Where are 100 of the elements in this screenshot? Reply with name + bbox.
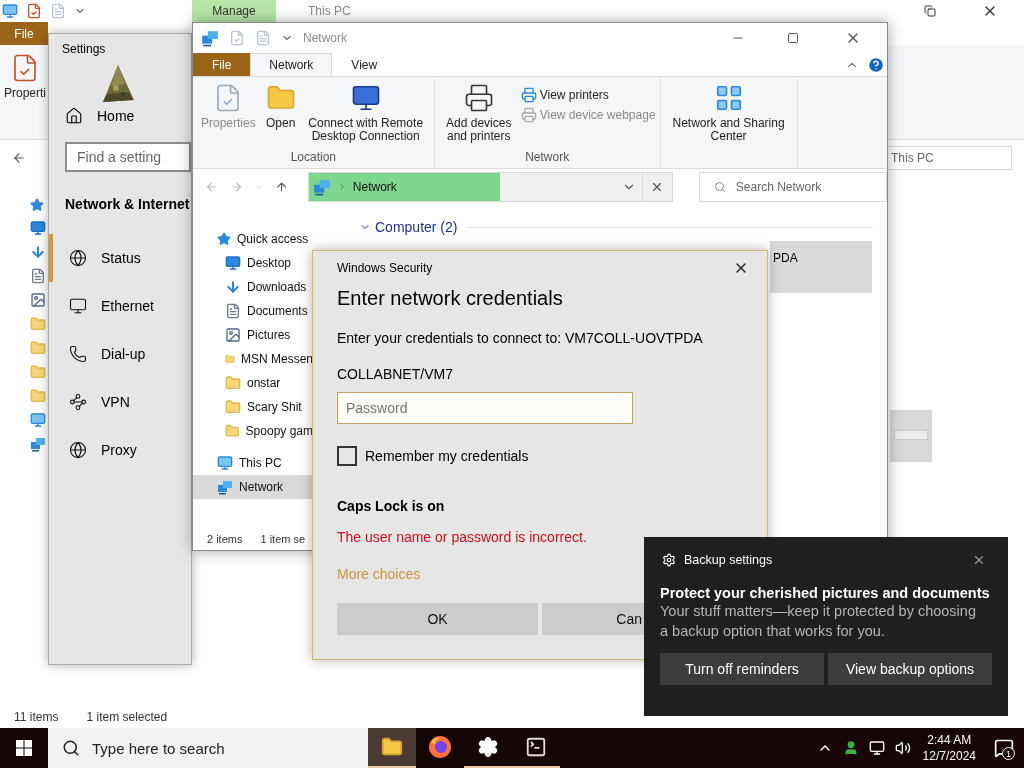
toast-app-name: Backup settings — [684, 553, 773, 567]
download-icon — [30, 244, 46, 260]
user-name: COLLABNET/VM7 — [337, 366, 454, 382]
clock[interactable]: 2:44 AM 12/7/2024 — [914, 732, 984, 764]
nav-item[interactable]: Desktop — [193, 251, 313, 275]
ribbon-tab[interactable]: Network — [250, 53, 333, 76]
settings-nav-item[interactable]: Ethernet — [49, 282, 191, 330]
nav-item[interactable]: Scary Shit — [193, 395, 313, 419]
home-icon — [65, 107, 83, 125]
phone-icon — [69, 345, 87, 363]
item-count: 11 items — [14, 710, 59, 724]
folder-icon — [381, 736, 403, 758]
folder-icon — [30, 340, 46, 356]
ok-button[interactable]: OK — [337, 603, 538, 635]
search-icon — [62, 739, 80, 757]
star-icon — [217, 232, 231, 246]
star-icon — [30, 198, 44, 212]
toast-button[interactable]: Turn off reminders — [660, 653, 824, 685]
item-count: 2 items — [207, 533, 243, 545]
window-title: Network — [303, 31, 347, 45]
settings-nav-item[interactable]: Proxy — [49, 426, 191, 474]
remember-checkbox[interactable] — [337, 446, 357, 466]
nav-item[interactable]: onstar — [193, 371, 313, 395]
group-header[interactable]: Computer (2) — [359, 219, 458, 235]
folder-icon — [30, 388, 46, 404]
message-icon — [994, 738, 1014, 758]
caps-lock-warning: Caps Lock is on — [337, 498, 446, 514]
network-status-icon[interactable] — [868, 740, 885, 756]
printer-icon — [520, 107, 537, 123]
toast-button[interactable]: View backup options — [828, 653, 992, 685]
search-field[interactable]: Find a setting — [65, 142, 191, 172]
globe-icon — [69, 441, 87, 459]
window-title: This PC — [308, 4, 351, 18]
cancel-button[interactable]: Can — [542, 603, 644, 635]
notification-button[interactable]: 1 — [984, 728, 1024, 768]
ribbon-button[interactable]: Network and Sharing Center — [664, 83, 793, 143]
printer-icon — [520, 87, 537, 103]
taskbar-search-field[interactable]: Type here to search — [48, 728, 368, 768]
folder-icon — [30, 364, 46, 380]
ribbon-button[interactable]: Properti — [0, 53, 51, 139]
download-icon — [225, 279, 241, 295]
folder-icon — [225, 375, 241, 391]
group-label: Location — [290, 150, 337, 164]
close-icon[interactable] — [972, 553, 986, 567]
network-icon — [217, 479, 233, 495]
password-field[interactable]: Password — [337, 392, 633, 424]
volume-icon[interactable] — [894, 740, 911, 756]
monitor-icon — [217, 455, 233, 471]
desktop-icon — [30, 220, 46, 236]
nav-item[interactable]: MSN Messen — [193, 347, 313, 371]
error-message: The user name or password is incorrect. — [337, 529, 588, 545]
help-icon[interactable] — [867, 55, 885, 74]
nav-item[interactable]: Documents — [193, 299, 313, 323]
file-tab[interactable]: File — [0, 22, 48, 45]
firefox-icon — [428, 735, 452, 759]
image-icon — [30, 292, 46, 308]
search-icon — [713, 181, 726, 193]
maximize-icon[interactable] — [787, 32, 799, 44]
windows-logo-icon — [16, 740, 32, 756]
network-icon — [30, 436, 46, 452]
settings-nav-item[interactable]: VPN — [49, 378, 191, 426]
nav-item[interactable]: Quick access — [193, 227, 313, 251]
globe-icon — [69, 249, 87, 267]
nav-item[interactable]: Spoopy gam — [193, 419, 313, 443]
dialog-title: Enter network credentials — [337, 287, 564, 310]
restore-icon[interactable] — [924, 5, 936, 17]
ribbon-button[interactable]: Connect with Remote Desktop Connection — [301, 83, 430, 143]
nav-item[interactable]: Downloads — [193, 275, 313, 299]
computer-tile[interactable]: PDA — [770, 241, 872, 293]
home-link[interactable]: Home — [97, 108, 135, 124]
context-tab[interactable]: Manage — [192, 0, 276, 22]
folder-icon — [225, 399, 241, 415]
nav-item[interactable]: Network — [193, 475, 313, 499]
document-icon — [225, 303, 241, 319]
item-tile[interactable] — [890, 410, 932, 462]
settings-nav-item[interactable]: Dial-up — [49, 330, 191, 378]
taskbar-app[interactable] — [368, 728, 416, 768]
checkbox-label[interactable]: Remember my credentials — [365, 448, 529, 464]
terminal-icon — [525, 736, 547, 758]
back-icon[interactable] — [12, 151, 26, 165]
nav-item[interactable]: Pictures — [193, 323, 313, 347]
ribbon-button[interactable]: Add devices and printers — [438, 83, 519, 143]
ribbon-tab[interactable]: View — [332, 53, 397, 76]
ribbon-link[interactable]: View printers — [520, 87, 656, 103]
ribbon-tab[interactable]: File — [193, 53, 251, 76]
toast-title: Protect your cherished pictures and documents — [660, 585, 991, 601]
dialog-message: Enter your credentials to connect to: VM7COLL-UOVTPDA — [337, 330, 704, 346]
monitor-icon[interactable] — [2, 3, 18, 19]
nav-item[interactable]: This PC — [193, 451, 313, 475]
image-icon — [225, 327, 241, 343]
document-check-icon[interactable] — [26, 3, 42, 19]
monitor-icon — [30, 412, 46, 428]
selection-count: 1 item se — [260, 533, 306, 545]
document-check-icon[interactable] — [229, 30, 245, 46]
ribbon-button[interactable]: Open — [261, 83, 300, 130]
up-icon[interactable] — [274, 180, 288, 194]
monitor-icon — [69, 297, 87, 315]
nodes-icon — [69, 393, 87, 411]
group-label: Network — [525, 150, 570, 164]
search-field[interactable]: Search Network — [698, 172, 887, 202]
